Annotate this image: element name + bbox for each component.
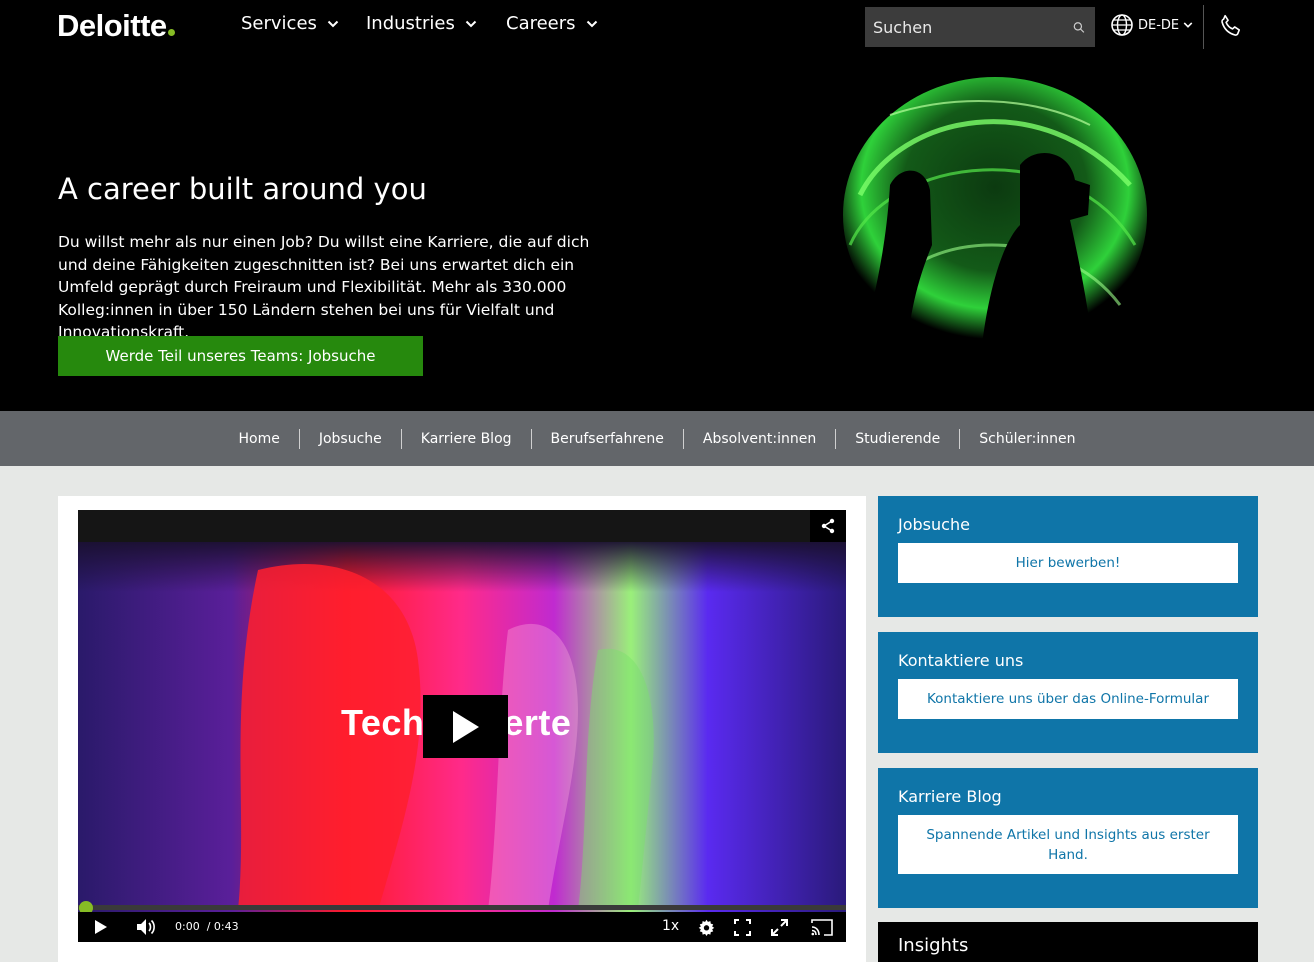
phone-icon[interactable] bbox=[1218, 13, 1244, 43]
subnav-item-berufserfahrene[interactable]: Berufserfahrene bbox=[532, 428, 684, 449]
sidebar-card-kontakt: Kontaktiere uns Kontaktiere uns über das… bbox=[878, 632, 1258, 753]
nav-careers-label: Careers bbox=[506, 13, 576, 34]
search-box bbox=[865, 7, 1095, 47]
volume-icon[interactable] bbox=[136, 918, 156, 936]
share-icon bbox=[821, 518, 835, 534]
language-label: DE-DE bbox=[1138, 17, 1180, 33]
contact-form-button[interactable]: Kontaktiere uns über das Online-Formular bbox=[898, 679, 1238, 719]
sidebar-card-title: Jobsuche bbox=[898, 515, 970, 534]
subnav-item-absolventinnen[interactable]: Absolvent:innen bbox=[684, 428, 837, 449]
subnav-item-schuelerinnen[interactable]: Schüler:innen bbox=[960, 429, 1094, 449]
play-icon bbox=[452, 710, 479, 743]
sidebar-card-karriere-blog: Karriere Blog Spannende Artikel und Insi… bbox=[878, 768, 1258, 908]
subnav-item-karriere-blog[interactable]: Karriere Blog bbox=[402, 428, 532, 449]
hero-description: Du willst mehr als nur einen Job? Du wil… bbox=[58, 233, 590, 341]
subnav-item-home[interactable]: Home bbox=[220, 428, 300, 449]
video-title-left: Tech bbox=[341, 702, 425, 743]
chevron-down-icon bbox=[327, 20, 339, 27]
chevron-down-icon bbox=[586, 20, 597, 27]
hero-green-sphere-image bbox=[843, 77, 1147, 365]
nav-industries-label: Industries bbox=[366, 13, 455, 34]
video-progress-bar[interactable] bbox=[78, 905, 846, 910]
top-navigation-bar: Deloitte Services Industries Careers DE-… bbox=[0, 0, 1314, 55]
header-divider bbox=[1203, 5, 1204, 49]
search-icon[interactable] bbox=[1073, 20, 1085, 35]
subnav-item-studierende[interactable]: Studierende bbox=[836, 428, 961, 449]
nav-industries[interactable]: Industries bbox=[366, 13, 477, 34]
career-subnav: Home Jobsuche Karriere Blog Berufserfahr… bbox=[0, 411, 1314, 466]
video-time: 0:00 / 0:43 bbox=[175, 920, 239, 933]
deloitte-logo[interactable]: Deloitte bbox=[57, 8, 175, 44]
share-button[interactable] bbox=[810, 510, 846, 542]
career-blog-button[interactable]: Spannende Artikel und Insights aus erste… bbox=[898, 815, 1238, 874]
duration: / 0:43 bbox=[206, 920, 239, 933]
playback-speed-button[interactable]: 1x bbox=[662, 918, 679, 934]
video-controls-bar: 0:00 / 0:43 1x bbox=[78, 912, 846, 942]
fullscreen-icon[interactable] bbox=[771, 919, 788, 936]
main-content-card: Tech erte 0:00 / 0:43 1x bbox=[58, 496, 866, 962]
play-icon[interactable] bbox=[94, 919, 108, 935]
search-input[interactable] bbox=[873, 17, 1073, 37]
hero-section: A career built around you Du willst mehr… bbox=[0, 55, 1314, 411]
insights-title: Insights bbox=[898, 935, 969, 956]
chevron-down-icon bbox=[465, 20, 477, 27]
fit-screen-icon[interactable] bbox=[734, 919, 751, 936]
sidebar-card-insights: Insights bbox=[878, 922, 1258, 962]
nav-services[interactable]: Services bbox=[241, 13, 339, 34]
cast-icon[interactable] bbox=[811, 919, 833, 936]
job-search-button[interactable]: Werde Teil unseres Teams: Jobsuche bbox=[58, 336, 423, 376]
sidebar-card-title: Kontaktiere uns bbox=[898, 651, 1024, 670]
nav-services-label: Services bbox=[241, 13, 317, 34]
hero-title: A career built around you bbox=[58, 172, 427, 206]
sidebar-card-jobsuche: Jobsuche Hier bewerben! bbox=[878, 496, 1258, 617]
video-title-right: erte bbox=[503, 702, 572, 743]
settings-gear-icon[interactable] bbox=[698, 919, 715, 936]
apply-here-button[interactable]: Hier bewerben! bbox=[898, 543, 1238, 583]
play-video-button[interactable] bbox=[423, 695, 508, 758]
current-time: 0:00 bbox=[175, 920, 200, 933]
language-selector[interactable]: DE-DE bbox=[1110, 13, 1193, 37]
subnav-item-jobsuche[interactable]: Jobsuche bbox=[300, 428, 402, 449]
nav-careers[interactable]: Careers bbox=[506, 13, 598, 34]
sidebar-card-title: Karriere Blog bbox=[898, 787, 1002, 806]
chevron-down-icon bbox=[1183, 22, 1193, 28]
globe-icon bbox=[1111, 14, 1133, 36]
video-player[interactable]: Tech erte 0:00 / 0:43 1x bbox=[78, 510, 846, 942]
logo-green-dot bbox=[167, 29, 175, 36]
